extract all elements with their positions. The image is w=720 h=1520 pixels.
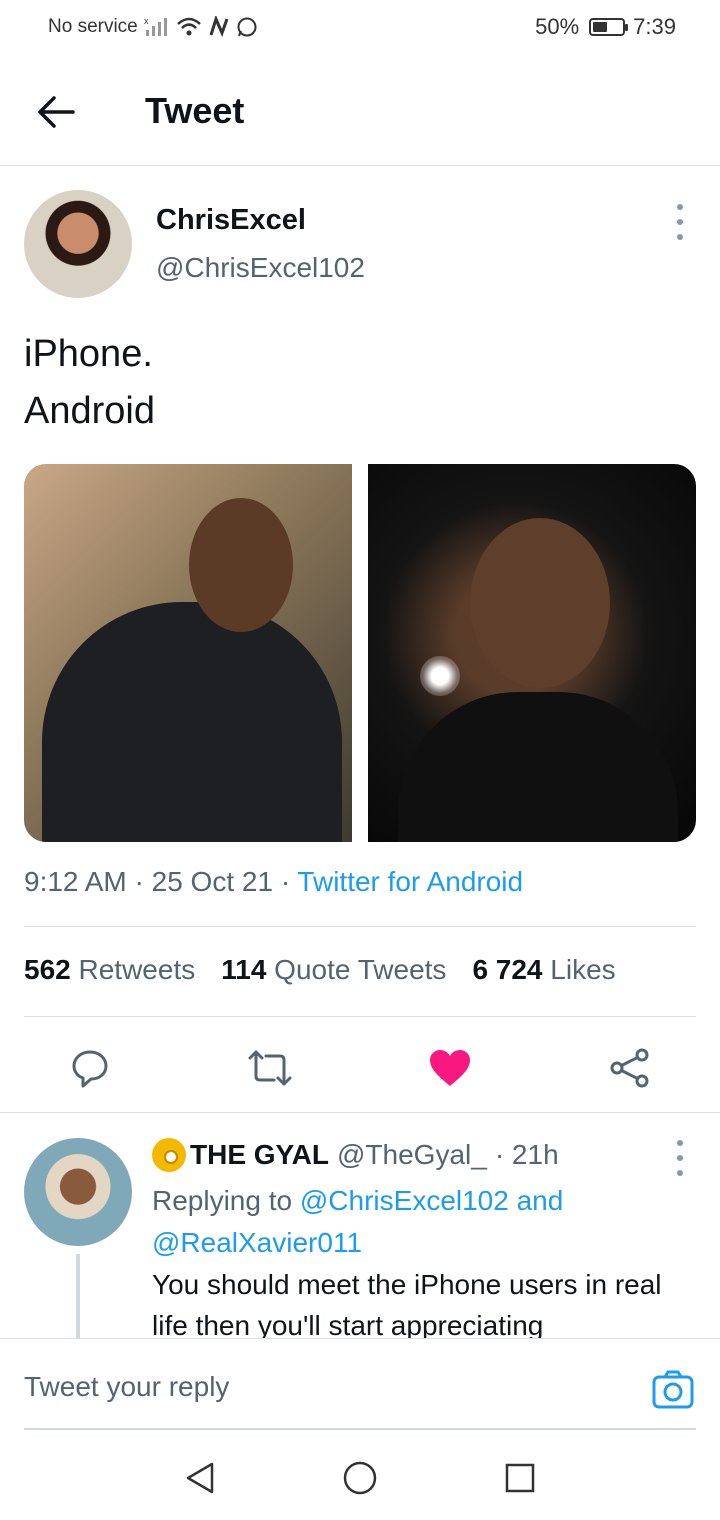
like-button[interactable] xyxy=(426,1044,474,1092)
camera-button[interactable] xyxy=(652,1369,694,1411)
likes-label: Likes xyxy=(550,954,616,985)
camera-icon xyxy=(652,1370,694,1409)
reply-age: · 21h xyxy=(494,1139,559,1170)
reply-button[interactable] xyxy=(66,1044,114,1092)
nfc-icon xyxy=(209,16,229,38)
tweet-text-line: iPhone. xyxy=(24,333,153,375)
carrier-text: No service xyxy=(48,16,138,37)
reply-more-button[interactable] xyxy=(668,1140,692,1176)
nav-back-button[interactable] xyxy=(182,1460,218,1496)
tweet-time: 9:12 AM xyxy=(24,866,127,897)
share-button[interactable] xyxy=(606,1044,654,1092)
tweet-photo-1[interactable] xyxy=(24,464,352,842)
clock: 7:39 xyxy=(633,14,676,39)
reply-input[interactable]: Tweet your reply xyxy=(24,1371,229,1403)
section-divider xyxy=(0,1112,720,1113)
nav-home-icon xyxy=(343,1461,377,1495)
tweet-timestamp: 9:12 AM · 25 Oct 21 · Twitter for Androi… xyxy=(24,866,524,897)
battery-icon xyxy=(589,18,629,36)
page-title: Tweet xyxy=(145,90,245,131)
wifi-icon xyxy=(176,17,201,36)
reply-author-handle[interactable]: @TheGyal_ xyxy=(337,1139,487,1171)
divider xyxy=(24,926,696,927)
status-left: No service x xyxy=(48,16,258,38)
nav-home-button[interactable] xyxy=(342,1460,378,1496)
reply-text: You should meet the iPhone users in real… xyxy=(152,1269,662,1338)
status-bar: No service x 50% 7:39 xyxy=(0,0,720,56)
retweet-button[interactable] xyxy=(246,1044,294,1092)
divider xyxy=(24,1016,696,1017)
tweet-more-button[interactable] xyxy=(668,204,692,240)
reply-avatar[interactable] xyxy=(24,1138,132,1246)
battery-percent: 50% xyxy=(535,14,580,39)
nav-back-icon xyxy=(186,1462,214,1494)
nav-recents-button[interactable] xyxy=(502,1460,538,1496)
replying-to-link[interactable]: @ChrisExcel102 and xyxy=(300,1185,563,1216)
svg-text:x: x xyxy=(144,16,149,26)
more-vertical-icon xyxy=(677,204,683,210)
back-arrow-icon xyxy=(38,96,75,128)
replying-to: Replying to @ChrisExcel102 and @RealXavi… xyxy=(152,1180,563,1264)
back-button[interactable] xyxy=(28,84,84,140)
tweet-text: iPhone. Android xyxy=(24,326,155,440)
status-right: 50% 7:39 xyxy=(535,14,676,40)
cd-emoji-icon xyxy=(152,1138,186,1172)
more-vertical-icon xyxy=(677,1140,683,1146)
whatsapp-icon xyxy=(237,17,257,37)
retweet-icon xyxy=(248,1050,292,1086)
author-handle[interactable]: @ChrisExcel102 xyxy=(156,252,365,284)
tweet-source-link[interactable]: Twitter for Android xyxy=(297,866,523,897)
quotes-count: 114 xyxy=(221,954,267,985)
tweet-text-line: Android xyxy=(24,390,155,432)
retweets-label: Retweets xyxy=(78,954,196,985)
tweet-actions xyxy=(0,1038,720,1098)
thread-line xyxy=(76,1254,80,1338)
battery-fill xyxy=(593,22,608,32)
tweet-date: 25 Oct 21 xyxy=(151,866,274,897)
quotes-stat[interactable]: 114 Quote Tweets xyxy=(221,954,446,986)
replying-to-link[interactable]: @RealXavier011 xyxy=(152,1227,362,1258)
reply-icon xyxy=(72,1050,108,1088)
reply-author-name[interactable]: THE GYAL xyxy=(190,1139,329,1171)
reply-compose-bar: Tweet your reply xyxy=(0,1338,720,1430)
tweet-stats: 562 Retweets 114 Quote Tweets 6 724 Like… xyxy=(24,954,616,986)
nav-recents-icon xyxy=(505,1463,535,1493)
author-name[interactable]: ChrisExcel xyxy=(156,204,306,237)
quotes-label: Quote Tweets xyxy=(274,954,447,985)
system-nav-bar xyxy=(0,1430,720,1520)
share-icon xyxy=(610,1048,649,1088)
tweet-photo-2[interactable] xyxy=(368,464,696,842)
author-avatar[interactable] xyxy=(24,190,132,298)
likes-count: 6 724 xyxy=(472,954,543,985)
retweets-stat[interactable]: 562 Retweets xyxy=(24,954,195,986)
replying-prefix: Replying to xyxy=(152,1185,293,1216)
heart-icon xyxy=(430,1050,470,1086)
retweets-count: 562 xyxy=(24,954,71,985)
likes-stat[interactable]: 6 724 Likes xyxy=(472,954,615,986)
signal-icon: x xyxy=(144,16,167,36)
reply-header: THE GYAL @TheGyal_ · 21h xyxy=(152,1138,559,1172)
top-app-bar: Tweet xyxy=(0,56,720,166)
